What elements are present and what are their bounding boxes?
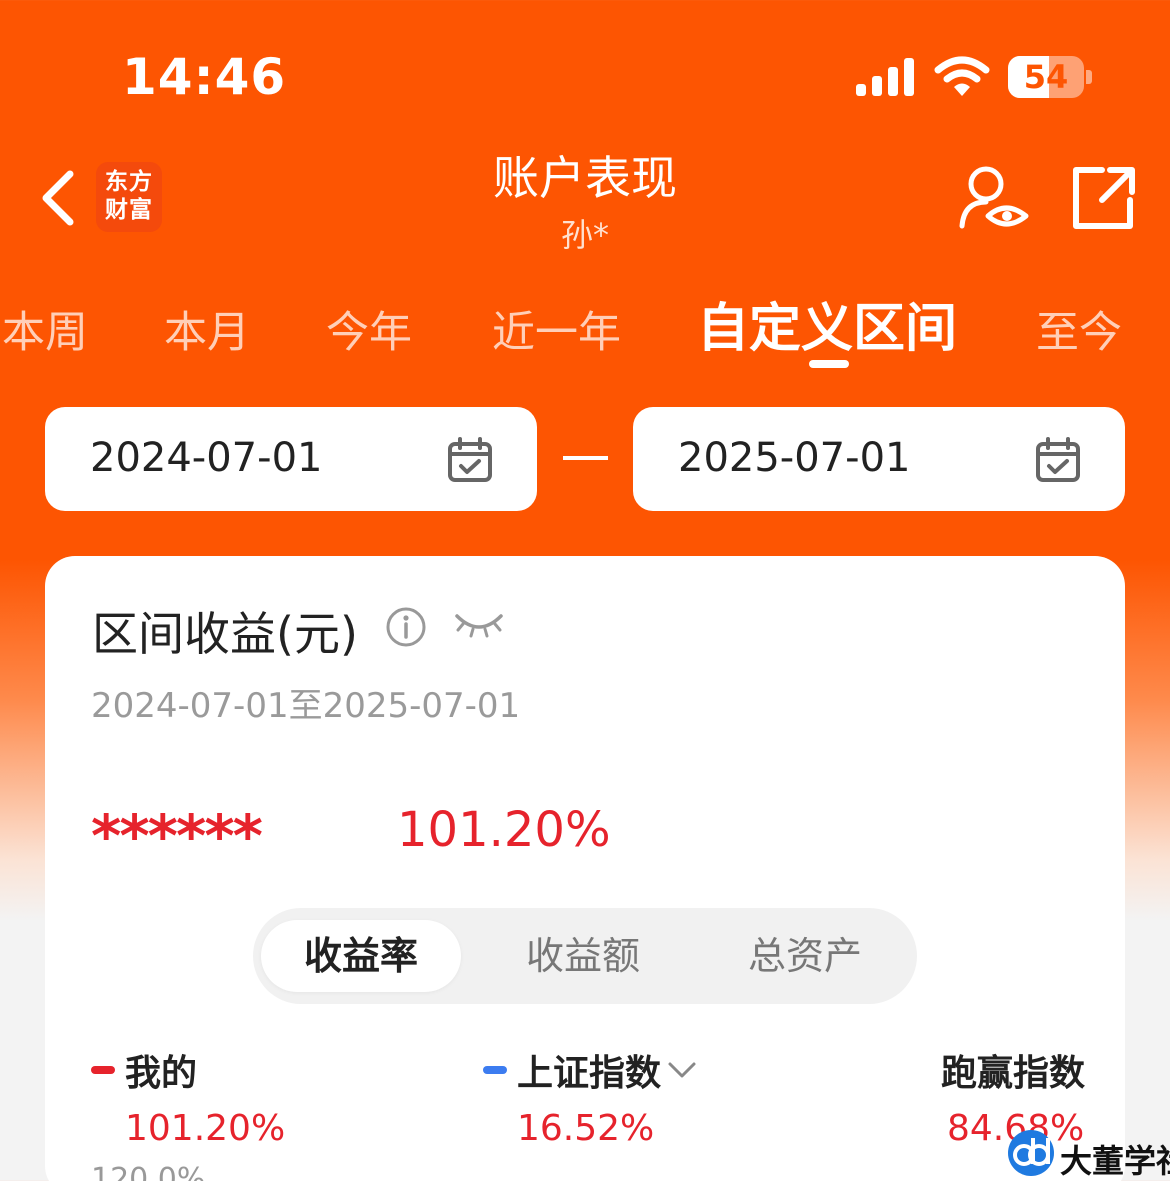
end-date-value: 2025-07-01 <box>678 435 911 481</box>
end-date-field[interactable]: 2025-07-01 <box>633 407 1125 511</box>
wifi-icon <box>934 56 990 96</box>
card-title: 区间收益(元) <box>92 607 358 661</box>
tab-this-month[interactable]: 本月 <box>164 298 250 360</box>
returns-card: 区间收益(元) 2024-07-01至2025-07-01 ****** 101… <box>45 556 1125 1181</box>
start-date-value: 2024-07-01 <box>90 435 323 481</box>
start-date-field[interactable]: 2024-07-01 <box>45 407 537 511</box>
page-title: 账户表现 <box>493 151 677 205</box>
calendar-icon[interactable] <box>1035 437 1081 483</box>
share-icon[interactable] <box>1068 164 1138 234</box>
period-tabs: 本周 本月 今年 近一年 自定义区间 至今 <box>0 282 1170 372</box>
chart-axis-top-label: 120.0% <box>91 1162 206 1181</box>
watermark-logo-icon <box>1008 1130 1054 1176</box>
watermark-text: 大董学社 <box>1060 1142 1170 1180</box>
status-time: 14:46 <box>122 48 287 106</box>
legend-label-outperform: 跑赢指数 <box>941 1053 1086 1094</box>
date-range-separator <box>563 456 608 460</box>
masked-amount: ****** <box>91 802 263 870</box>
legend-value-mine: 101.20% <box>125 1108 286 1149</box>
card-date-range: 2024-07-01至2025-07-01 <box>91 686 521 726</box>
info-icon[interactable] <box>385 606 427 648</box>
battery-icon: 54 <box>1008 56 1092 98</box>
chevron-left-icon[interactable] <box>38 168 78 228</box>
tab-this-week[interactable]: 本周 <box>2 298 88 360</box>
return-percentage: 101.20% <box>397 802 611 858</box>
legend-label-index: 上证指数 <box>517 1053 662 1094</box>
legend-index[interactable]: 上证指数 16.52% <box>483 1044 697 1149</box>
legend-label-mine: 我的 <box>125 1053 198 1094</box>
logo-line-2: 财富 <box>105 196 153 223</box>
status-bar: 14:46 54 <box>0 0 1170 140</box>
tab-this-year[interactable]: 今年 <box>326 298 412 360</box>
user-eye-icon[interactable] <box>958 164 1030 234</box>
closed-eye-icon[interactable] <box>453 608 505 642</box>
tab-to-date[interactable]: 至今 <box>1036 298 1122 360</box>
legend-marker-index <box>483 1066 507 1074</box>
account-holder: 孙* <box>560 216 609 254</box>
active-tab-indicator <box>809 360 849 368</box>
tab-custom-range[interactable]: 自定义区间 <box>697 286 957 361</box>
calendar-icon[interactable] <box>447 437 493 483</box>
legend-marker-mine <box>91 1066 115 1074</box>
legend-value-index: 16.52% <box>517 1108 655 1149</box>
battery-level: 54 <box>1023 58 1069 96</box>
segment-total-assets[interactable]: 总资产 <box>705 920 905 992</box>
metric-segmented-control: 收益率 收益额 总资产 <box>253 908 917 1004</box>
tab-last-year[interactable]: 近一年 <box>492 298 621 360</box>
legend-mine: 我的 101.20% <box>91 1044 285 1149</box>
chevron-down-icon[interactable] <box>667 1060 697 1080</box>
cellular-signal-icon <box>856 58 914 96</box>
segment-return-rate[interactable]: 收益率 <box>261 920 461 992</box>
watermark: 大董学社 <box>1006 1128 1170 1181</box>
logo-line-1: 东方 <box>105 168 153 195</box>
app-logo[interactable]: 东方 财富 <box>96 162 162 232</box>
segment-return-amount[interactable]: 收益额 <box>483 920 683 992</box>
